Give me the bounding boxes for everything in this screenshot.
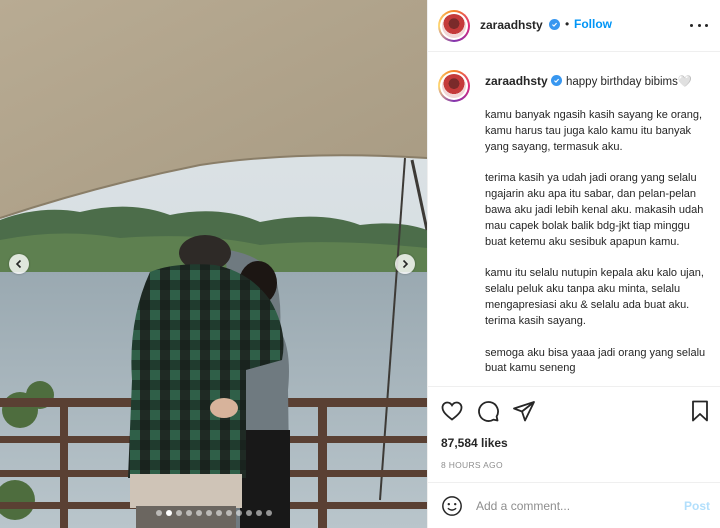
header-username[interactable]: zaraadhsty [480, 18, 543, 32]
post-photo[interactable] [0, 0, 427, 528]
verified-icon [549, 19, 560, 30]
carousel-next-button[interactable] [395, 254, 415, 274]
carousel-dot [265, 510, 272, 516]
carousel-dot [255, 510, 262, 516]
more-icon[interactable] [690, 18, 708, 32]
bookmark-icon[interactable] [688, 399, 712, 423]
carousel-dot [215, 510, 222, 516]
chevron-left-icon [15, 259, 22, 269]
comment-icon[interactable] [476, 399, 500, 423]
post-timestamp[interactable]: 8 HOURS AGO [441, 460, 503, 470]
carousel-dot [165, 510, 172, 516]
carousel-dot [185, 510, 192, 516]
verified-icon [551, 75, 562, 86]
carousel-dot [205, 510, 212, 516]
post-header: zaraadhsty • Follow [428, 0, 720, 52]
caption-paragraph: kamu itu selalu nutupin kepala aku kalo … [485, 267, 704, 327]
emoji-icon[interactable] [441, 495, 463, 517]
caption-username[interactable]: zaraadhsty [485, 74, 548, 88]
comment-bar: Post [428, 482, 720, 528]
carousel-dot [245, 510, 252, 516]
caption-paragraph: semoga aku bisa yaaa jadi orang yang sel… [485, 346, 706, 375]
carousel-dot [175, 510, 182, 516]
caption-paragraph: kamu banyak ngasih kasih sayang ke orang… [485, 109, 703, 153]
carousel-dot [195, 510, 202, 516]
carousel-indicator [0, 510, 427, 516]
avatar[interactable] [438, 10, 470, 42]
separator-dot: • [565, 17, 570, 31]
chevron-right-icon [402, 259, 409, 269]
carousel-dot [225, 510, 232, 516]
carousel-dot [235, 510, 242, 516]
comment-input[interactable] [476, 496, 671, 516]
caption-body: kamu banyak ngasih kasih sayang ke orang… [485, 108, 713, 386]
carousel-dot [155, 510, 162, 516]
post-detail-panel: zaraadhsty • Follow zaraadhsty happy bir… [427, 0, 720, 528]
share-icon[interactable] [512, 399, 536, 423]
post-image [0, 0, 427, 528]
caption-avatar[interactable] [438, 70, 470, 102]
likes-count[interactable]: 87,584 likes [441, 436, 508, 450]
carousel-prev-button[interactable] [9, 254, 29, 274]
caption-paragraph: terima kasih ya udah jadi orang yang sel… [485, 172, 704, 248]
follow-button[interactable]: Follow [574, 17, 612, 31]
caption-first-line: happy birthday bibims🤍 [566, 76, 693, 88]
heart-icon[interactable] [440, 399, 464, 423]
post-comment-button[interactable]: Post [684, 499, 710, 513]
action-bar: 87,584 likes 8 HOURS AGO [428, 386, 720, 482]
caption: zaraadhsty happy birthday bibims🤍 kamu b… [428, 52, 720, 386]
